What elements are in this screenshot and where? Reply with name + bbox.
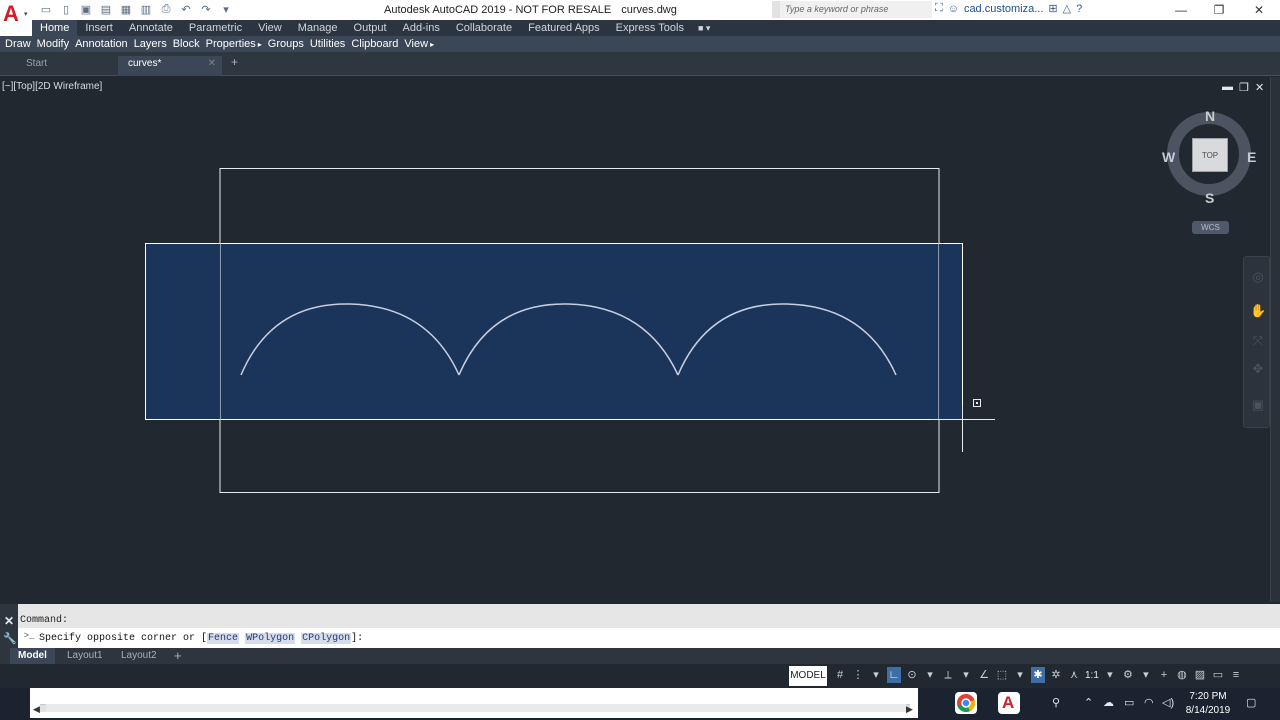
- gear-icon[interactable]: ⚙: [1121, 667, 1135, 683]
- compass-north[interactable]: N: [1205, 108, 1215, 124]
- tab-layout1[interactable]: Layout1: [59, 648, 111, 664]
- annotation-icon[interactable]: ⋏: [1067, 667, 1081, 683]
- pan-icon[interactable]: ✋: [1250, 303, 1266, 319]
- command-history: Command:: [0, 604, 1280, 628]
- prompt-suffix: ]:: [351, 632, 364, 644]
- auto-scale-icon[interactable]: ✲: [1049, 667, 1063, 683]
- onedrive-icon[interactable]: ☁: [1103, 696, 1114, 709]
- navigation-bar: ◎ ✋ ⤧ ✥ ▣: [1243, 256, 1270, 428]
- plus-icon[interactable]: +: [1157, 667, 1171, 683]
- chevron-down-icon[interactable]: ▾: [1103, 667, 1117, 683]
- scroll-left-icon[interactable]: ◀: [33, 704, 40, 715]
- pickbox-dot: [976, 402, 978, 404]
- compass-east[interactable]: E: [1247, 149, 1256, 165]
- viewport-controls[interactable]: [−][Top][2D Wireframe]: [2, 81, 102, 92]
- annotation-visibility-icon[interactable]: ✱: [1031, 667, 1045, 683]
- polar-icon[interactable]: ⊙: [905, 667, 919, 683]
- command-prompt-icon[interactable]: >_: [22, 631, 36, 645]
- vertical-scrollbar[interactable]: [1270, 77, 1280, 602]
- viewcube[interactable]: TOP N S E W: [1162, 106, 1258, 206]
- chevron-down-icon[interactable]: ▾: [959, 667, 973, 683]
- command-history-text: Command:: [20, 615, 69, 626]
- taskbar-clock[interactable]: 7:20 PM 8/14/2019: [1183, 690, 1233, 718]
- clean-screen-icon[interactable]: ▭: [1211, 667, 1225, 683]
- scroll-thumb[interactable]: [46, 704, 906, 712]
- chevron-down-icon[interactable]: ▾: [1013, 667, 1027, 683]
- chevron-down-icon[interactable]: ▾: [869, 667, 883, 683]
- status-toggles: # ⋮ ▾ ∟ ⊙ ▾ ⟂ ▾ ∠ ⬚ ▾ ✱ ✲ ⋏ 1:1 ▾ ⚙ ▾ + …: [833, 667, 1243, 683]
- customize-icon[interactable]: 🔧: [3, 632, 17, 645]
- chrome-icon: [957, 694, 975, 712]
- tab-model[interactable]: Model: [10, 648, 55, 664]
- selection-window: [145, 243, 963, 420]
- prompt-prefix: Specify opposite corner or [: [39, 632, 208, 644]
- command-input[interactable]: >_ Specify opposite corner or [ Fence WP…: [18, 628, 1280, 648]
- object-snap-icon[interactable]: ⬚: [995, 667, 1009, 683]
- add-layout-icon[interactable]: +: [166, 648, 190, 664]
- wifi-icon[interactable]: ◠: [1144, 696, 1154, 709]
- horizontal-scrollbar[interactable]: [30, 688, 918, 718]
- viewport-minimize-icon[interactable]: ▬: [1222, 81, 1233, 93]
- notifications-icon[interactable]: ▢: [1246, 696, 1256, 709]
- grid-icon[interactable]: #: [833, 667, 847, 683]
- customize-menu-icon[interactable]: ≡: [1229, 667, 1243, 683]
- tray-chevron-icon[interactable]: ⌃: [1084, 696, 1093, 709]
- scroll-right-icon[interactable]: ▶: [906, 704, 913, 715]
- zoom-extents-icon[interactable]: ⤧: [1250, 333, 1266, 349]
- battery-icon[interactable]: ▭: [1124, 696, 1134, 709]
- hardware-acceleration-icon[interactable]: ▨: [1193, 667, 1207, 683]
- chevron-down-icon[interactable]: ▾: [1139, 667, 1153, 683]
- viewport-restore-icon[interactable]: ❐: [1239, 81, 1249, 94]
- compass-south[interactable]: S: [1205, 190, 1214, 206]
- option-fence[interactable]: Fence: [207, 632, 240, 644]
- chrome-taskbar-icon[interactable]: [955, 692, 977, 714]
- tab-layout2[interactable]: Layout2: [113, 648, 165, 664]
- snap-icon[interactable]: ⋮: [851, 667, 865, 683]
- chevron-down-icon[interactable]: ▾: [923, 667, 937, 683]
- isolate-objects-icon[interactable]: ◍: [1175, 667, 1189, 683]
- option-wpolygon[interactable]: WPolygon: [245, 632, 296, 644]
- autocad-logo-icon: A: [1002, 693, 1015, 712]
- steering-wheel-icon[interactable]: ◎: [1250, 269, 1266, 285]
- viewport-close-icon[interactable]: ✕: [1255, 81, 1264, 94]
- volume-icon[interactable]: ◁): [1162, 696, 1174, 709]
- annotation-scale[interactable]: 1:1: [1085, 670, 1099, 681]
- object-snap-tracking-icon[interactable]: ∠: [977, 667, 991, 683]
- autocad-window: ▭ ▯ ▣ ▤ ▦ ▥ ⎙ ↶ ↷ ▾ Autodesk AutoCAD 201…: [0, 0, 1280, 720]
- clock-date: 8/14/2019: [1185, 705, 1231, 716]
- layout-tabs: Model Layout1 Layout2 +: [0, 648, 1280, 664]
- autocad-taskbar-icon[interactable]: A: [998, 692, 1020, 714]
- clock-time: 7:20 PM: [1189, 691, 1227, 702]
- wcs-menu[interactable]: WCS: [1192, 221, 1229, 234]
- viewcube-top-face[interactable]: TOP: [1192, 138, 1228, 172]
- isodraft-icon[interactable]: ⟂: [941, 667, 955, 683]
- option-cpolygon[interactable]: CPolygon: [301, 632, 352, 644]
- model-space-button[interactable]: MODEL: [789, 666, 827, 686]
- orbit-icon[interactable]: ✥: [1250, 361, 1266, 377]
- people-icon[interactable]: ⚲: [1052, 696, 1060, 709]
- showmotion-icon[interactable]: ▣: [1250, 397, 1266, 413]
- ortho-icon[interactable]: ∟: [887, 667, 901, 683]
- close-icon[interactable]: ✕: [4, 614, 14, 628]
- command-line-handle: ✕ 🔧: [0, 604, 18, 648]
- compass-west[interactable]: W: [1162, 149, 1175, 165]
